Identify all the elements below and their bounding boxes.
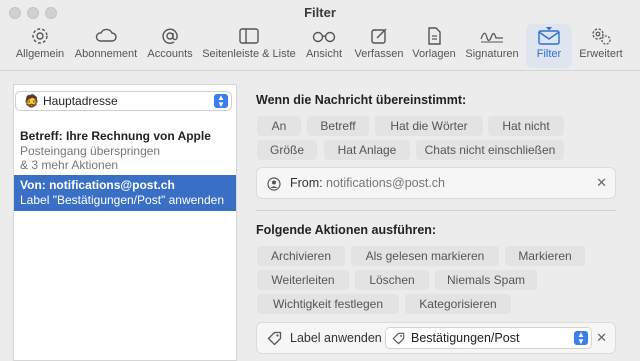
condition-chip-betreff[interactable]: Betreff xyxy=(307,116,369,136)
avatar-icon: 🧔 xyxy=(24,94,39,108)
label-select[interactable]: Bestätigungen/Post ▲ ▼ xyxy=(385,327,592,349)
tag-icon xyxy=(392,332,405,345)
rule-summary: Posteingang überspringen xyxy=(20,143,161,158)
section-divider xyxy=(256,210,616,211)
person-icon xyxy=(267,177,281,191)
action-chip-als-gelesen[interactable]: Als gelesen markieren xyxy=(351,246,499,266)
tab-seitenleiste[interactable]: Seitenleiste & Liste xyxy=(200,24,298,68)
tab-filter[interactable]: Filter xyxy=(526,24,572,68)
action-chip-niemals-spam[interactable]: Niemals Spam xyxy=(435,270,537,290)
action-chip-loeschen[interactable]: Löschen xyxy=(355,270,429,290)
tab-label: Ansicht xyxy=(305,48,343,60)
tab-label: Filter xyxy=(536,48,562,60)
tab-label: Erweitert xyxy=(579,48,623,60)
actions-heading: Folgende Aktionen ausführen: xyxy=(256,223,437,237)
rules-list xyxy=(13,84,237,361)
document-icon xyxy=(428,27,441,45)
chevron-updown-icon: ▲ ▼ xyxy=(574,331,588,346)
from-condition-field[interactable]: From: notifications@post.ch ✕ xyxy=(256,167,616,199)
window-title: Filter xyxy=(304,5,336,20)
tab-label: Accounts xyxy=(147,48,193,60)
tab-erweitert[interactable]: Erweitert xyxy=(576,24,626,68)
rule-title: Betreff: Ihre Rechnung von Apple xyxy=(20,129,211,143)
chevron-updown-icon: ▲ ▼ xyxy=(214,94,228,109)
tab-ansicht[interactable]: Ansicht xyxy=(302,24,346,68)
tab-accounts[interactable]: Accounts xyxy=(144,24,196,68)
signature-icon xyxy=(480,32,503,43)
rule-summary: Label "Bestätigungen/Post" anwenden xyxy=(20,192,225,207)
label-action-label: Label anwenden xyxy=(290,331,382,345)
action-chip-wichtigkeit[interactable]: Wichtigkeit festlegen xyxy=(257,294,399,314)
tag-icon xyxy=(267,331,282,346)
action-chip-weiterleiten[interactable]: Weiterleiten xyxy=(257,270,349,290)
tab-label: Vorlagen xyxy=(412,48,456,60)
at-sign-icon xyxy=(162,28,178,44)
conditions-heading: Wenn die Nachricht übereinstimmt: xyxy=(256,93,467,107)
rule-item[interactable]: Betreff: Ihre Rechnung von Apple Postein… xyxy=(14,129,236,175)
account-name: Hauptadresse xyxy=(43,94,118,108)
toolbar: Filter Allgemein Abonnement Accounts Sei… xyxy=(0,0,640,71)
rule-summary: & 3 mehr Aktionen xyxy=(20,158,119,172)
rule-title: Von: notifications@post.ch xyxy=(20,178,175,192)
gears-icon xyxy=(592,28,611,45)
compose-icon xyxy=(371,28,387,44)
sidebar-icon xyxy=(239,28,259,44)
gear-icon xyxy=(32,28,48,44)
tab-verfassen[interactable]: Verfassen xyxy=(352,24,406,68)
tab-allgemein[interactable]: Allgemein xyxy=(6,24,74,68)
tab-label: Signaturen xyxy=(465,48,519,60)
label-action-field[interactable]: Label anwenden Bestätigungen/Post ▲ ▼ ✕ xyxy=(256,322,616,354)
tab-vorlagen[interactable]: Vorlagen xyxy=(410,24,458,68)
tab-label: Seitenleiste & Liste xyxy=(202,48,296,60)
tab-signaturen[interactable]: Signaturen xyxy=(462,24,522,68)
tab-label: Allgemein xyxy=(15,48,65,60)
tab-abonnement[interactable]: Abonnement xyxy=(74,24,138,68)
filter-envelope-icon xyxy=(538,27,560,45)
rule-item-selected[interactable]: Von: notifications@post.ch Label "Bestät… xyxy=(14,175,236,211)
remove-condition-icon[interactable]: ✕ xyxy=(596,175,607,191)
cloud-icon xyxy=(95,28,117,42)
from-label: From: xyxy=(290,176,323,190)
from-value: notifications@post.ch xyxy=(326,176,446,190)
condition-chip-an[interactable]: An xyxy=(257,116,301,136)
action-chip-archivieren[interactable]: Archivieren xyxy=(257,246,345,266)
condition-chip-hat-nicht[interactable]: Hat nicht xyxy=(488,116,564,136)
action-chip-markieren[interactable]: Markieren xyxy=(505,246,585,266)
condition-chip-groesse[interactable]: Größe xyxy=(257,140,317,160)
tab-label: Abonnement xyxy=(74,48,138,60)
account-select[interactable]: 🧔 Hauptadresse ▲ ▼ xyxy=(15,91,232,111)
condition-chip-hat-die-woerter[interactable]: Hat die Wörter xyxy=(375,116,483,136)
condition-chip-chats[interactable]: Chats nicht einschließen xyxy=(416,140,564,160)
label-select-value: Bestätigungen/Post xyxy=(411,331,520,345)
action-chip-kategorisieren[interactable]: Kategorisieren xyxy=(405,294,511,314)
remove-action-icon[interactable]: ✕ xyxy=(596,330,607,346)
glasses-icon xyxy=(312,31,336,43)
tab-label: Verfassen xyxy=(354,48,404,60)
condition-chip-hat-anlage[interactable]: Hat Anlage xyxy=(324,140,410,160)
